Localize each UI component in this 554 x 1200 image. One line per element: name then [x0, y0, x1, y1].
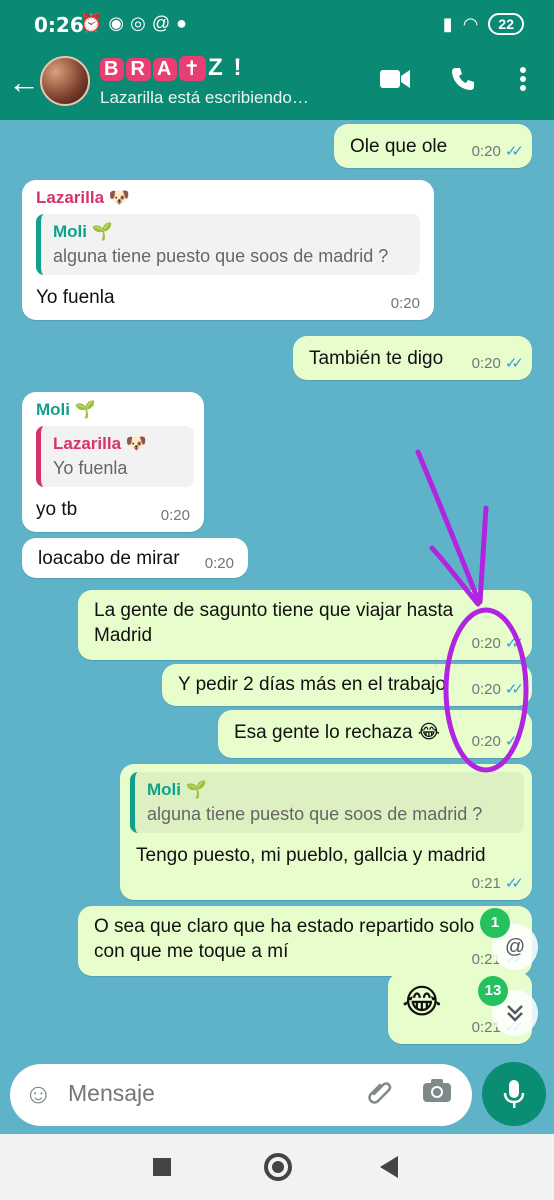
read-receipt-icon: ✓✓: [504, 143, 524, 160]
message-bubble-outgoing[interactable]: Moli 🌱 alguna tiene puesto que soos de m…: [120, 764, 532, 900]
quoted-message[interactable]: Lazarilla 🐶 Yo fuenla: [36, 426, 194, 487]
title-letter: Z: [208, 54, 225, 81]
quoted-text: alguna tiene puesto que soos de madrid ?: [147, 804, 483, 824]
message-meta: 0:20: [391, 295, 420, 312]
camera-icon[interactable]: [422, 1077, 452, 1110]
quoted-message[interactable]: Moli 🌱 alguna tiene puesto que soos de m…: [130, 772, 524, 833]
message-sender: Moli 🌱: [36, 400, 96, 419]
message-time: 0:20: [471, 355, 501, 372]
message-time: 0:20: [471, 733, 501, 750]
message-time: 0:20: [471, 143, 501, 160]
title-tile: R: [126, 58, 151, 81]
status-right: ▮ ◠ 22: [443, 13, 524, 35]
message-bubble-outgoing[interactable]: Ole que ole 0:20 ✓✓: [334, 124, 532, 168]
phone-call-icon[interactable]: [446, 66, 480, 100]
message-text: También te digo: [309, 348, 444, 369]
read-receipt-icon: ✓✓: [504, 635, 524, 652]
chat-header[interactable]: ← B R A ✝ Z ! Lazarilla está escribiendo…: [0, 50, 554, 120]
title-tile: A: [152, 58, 178, 81]
title-tile: B: [100, 58, 125, 81]
message-meta: 0:20 ✓✓: [471, 732, 524, 750]
message-time: 0:21: [471, 875, 501, 892]
message-meta: 0:21✓✓: [471, 874, 524, 892]
read-receipt-icon: ✓✓: [504, 733, 524, 750]
read-receipt-icon: ✓✓: [504, 355, 524, 372]
message-time: 0:20: [160, 507, 190, 524]
quoted-text: Yo fuenla: [53, 458, 128, 478]
message-bubble-outgoing[interactable]: La gente de sagunto tiene que viajar has…: [78, 590, 532, 660]
status-time: 0:26: [34, 13, 84, 37]
message-meta: 0:20 ✓✓: [471, 634, 524, 652]
message-text: Y pedir 2 días más en el trabajo: [178, 674, 446, 695]
title-tile: ✝: [179, 56, 207, 81]
read-receipt-icon: ✓✓: [504, 681, 524, 698]
notification-icons: ⏰◉◎@●: [80, 13, 193, 33]
video-call-icon[interactable]: [378, 66, 412, 100]
home-icon[interactable]: [264, 1153, 292, 1181]
message-bubble-outgoing[interactable]: Y pedir 2 días más en el trabajo 0:20 ✓✓: [162, 664, 532, 706]
mention-count-badge: 1: [480, 908, 510, 938]
message-bubble-outgoing[interactable]: O sea que claro que ha estado repartido …: [78, 906, 532, 976]
typing-status: Lazarilla está escribiendo…: [100, 88, 309, 107]
message-bubble-outgoing[interactable]: Esa gente lo rechaza 😂 0:20 ✓✓: [218, 710, 532, 758]
microphone-icon[interactable]: [482, 1062, 546, 1126]
quoted-message[interactable]: Moli 🌱 alguna tiene puesto que soos de m…: [36, 214, 420, 275]
message-text: Ole que ole: [350, 136, 448, 157]
message-text: Tengo puesto, mi pueblo, gallcia y madri…: [136, 845, 486, 866]
message-text: Esa gente lo rechaza 😂: [234, 722, 440, 743]
message-bubble-outgoing[interactable]: También te digo 0:20 ✓✓: [293, 336, 532, 380]
message-composer[interactable]: ☺: [10, 1064, 472, 1126]
read-receipt-icon: ✓✓: [504, 875, 524, 892]
back-triangle-icon[interactable]: [380, 1156, 398, 1178]
status-bar: 0:26 ⏰◉◎@● ▮ ◠ 22: [0, 0, 554, 50]
message-bubble-incoming[interactable]: Moli 🌱 Lazarilla 🐶 Yo fuenla yo tb 0:20: [22, 392, 204, 532]
message-meta: 0:20 ✓✓: [471, 680, 524, 698]
message-bubble-incoming[interactable]: Lazarilla 🐶 Moli 🌱 alguna tiene puesto q…: [22, 180, 434, 320]
message-meta: 0:20: [161, 507, 190, 524]
message-time: 0:20: [390, 295, 420, 312]
chat-area[interactable]: Ole que ole 0:20 ✓✓ Lazarilla 🐶 Moli 🌱 al…: [0, 120, 554, 1064]
quoted-sender: Moli 🌱: [53, 222, 113, 241]
group-title[interactable]: B R A ✝ Z !: [100, 54, 243, 82]
group-avatar[interactable]: [40, 56, 90, 106]
message-text: O sea que claro que ha estado repartido …: [94, 916, 475, 962]
message-time: 0:20: [204, 555, 234, 572]
message-meta: 0:20 ✓✓: [471, 142, 524, 160]
recents-icon[interactable]: [153, 1158, 171, 1176]
message-text: loacabo de mirar: [38, 548, 180, 569]
quoted-sender: Lazarilla 🐶: [53, 434, 147, 453]
title-suffix: !: [224, 54, 244, 81]
attachment-clip-icon[interactable]: [366, 1078, 394, 1113]
message-text: 😂: [402, 983, 442, 1021]
message-time: 0:20: [471, 681, 501, 698]
quoted-text: alguna tiene puesto que soos de madrid ?: [53, 246, 389, 266]
wifi-icon: ◠: [462, 13, 479, 34]
message-bubble-incoming[interactable]: loacabo de mirar 0:20: [22, 538, 248, 578]
system-nav-bar: [0, 1134, 554, 1200]
message-text: Yo fuenla: [36, 287, 115, 308]
message-input[interactable]: [68, 1080, 348, 1107]
more-options-icon[interactable]: [506, 66, 540, 100]
battery-indicator: 22: [488, 13, 524, 35]
message-text: La gente de sagunto tiene que viajar has…: [94, 600, 454, 646]
unread-count-badge: 13: [478, 976, 508, 1006]
back-arrow-icon[interactable]: ←: [8, 64, 40, 101]
message-meta: 0:20: [205, 555, 234, 572]
quoted-sender: Moli 🌱: [147, 780, 207, 799]
message-sender: Lazarilla 🐶: [36, 188, 130, 207]
message-meta: 0:20 ✓✓: [471, 354, 524, 372]
signal-icon: ▮: [442, 13, 453, 34]
top-bar: 0:26 ⏰◉◎@● ▮ ◠ 22 ← B R A ✝ Z ! Lazarilla es…: [0, 0, 554, 120]
emoji-icon[interactable]: ☺: [24, 1078, 53, 1110]
message-time: 0:20: [471, 635, 501, 652]
